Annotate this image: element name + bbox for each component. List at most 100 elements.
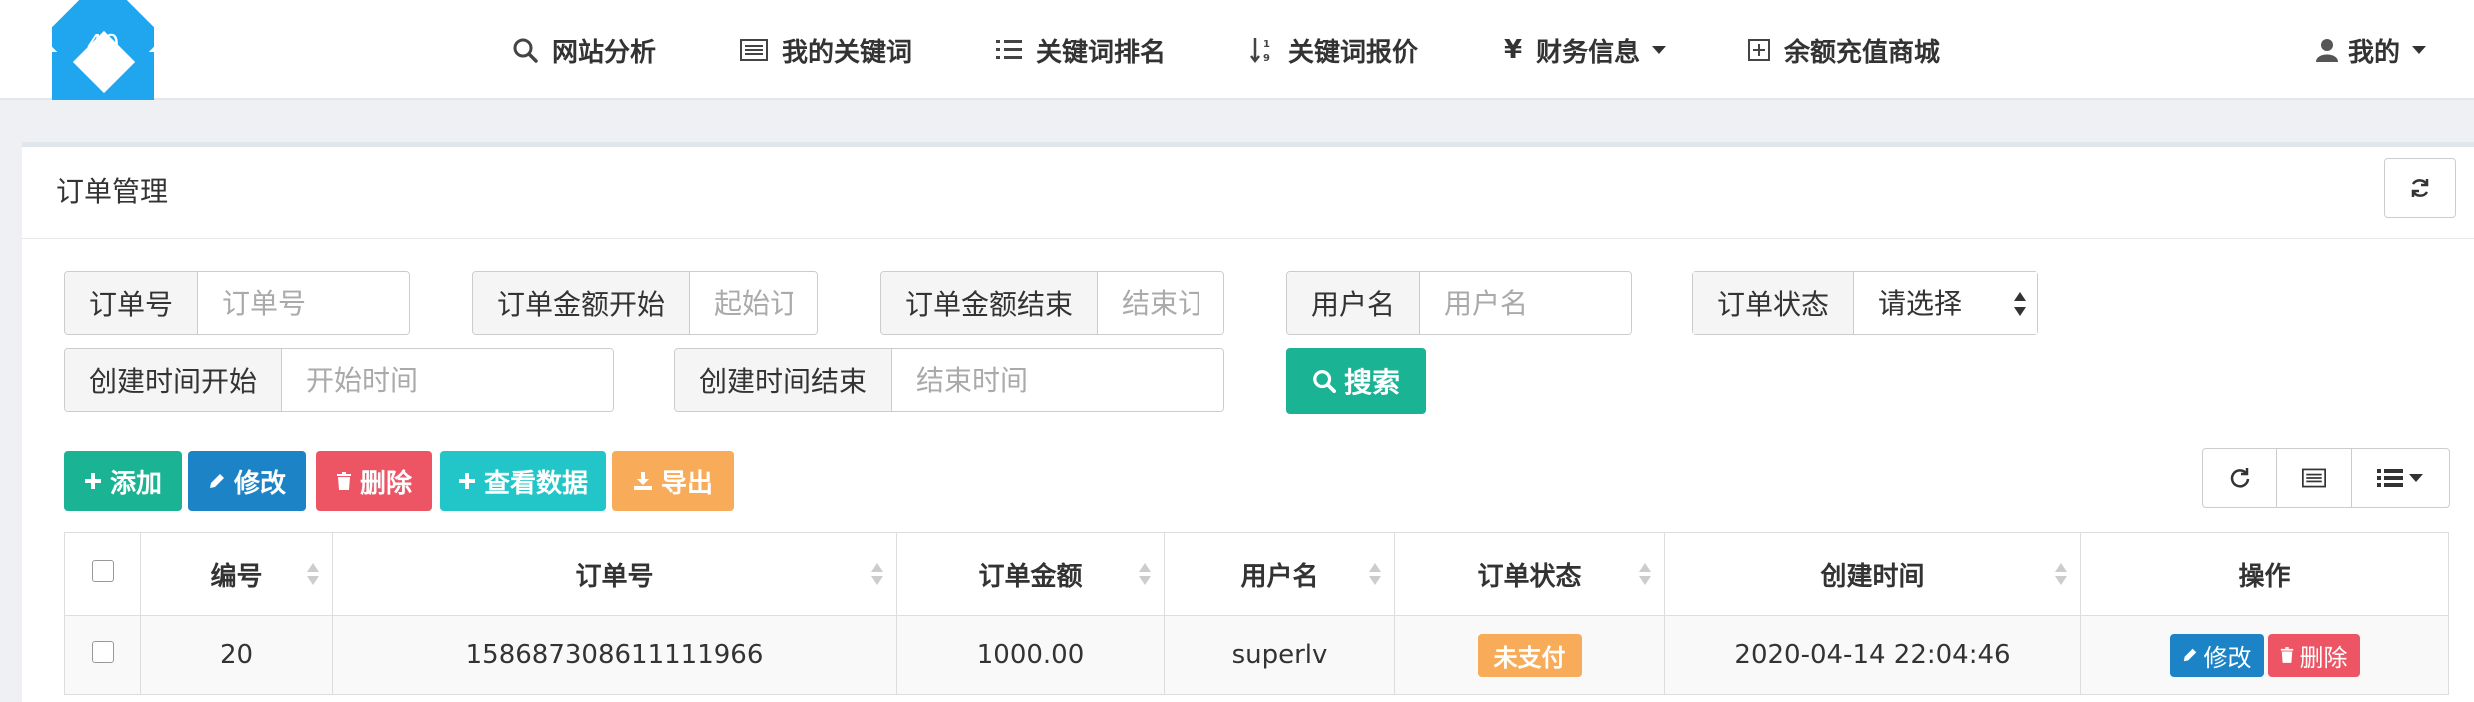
edit-button[interactable]: 修改: [188, 451, 306, 511]
cell-username: superlv: [1164, 615, 1395, 695]
caret-down-icon: [2409, 474, 2424, 482]
created-end-group: 创建时间结束: [674, 348, 1224, 412]
col-header-username[interactable]: 用户名: [1164, 532, 1395, 616]
sort-icon: [1369, 563, 1381, 585]
created-start-group: 创建时间开始: [64, 348, 614, 412]
table-toolbar: [2202, 448, 2450, 508]
caret-down-icon: [2412, 46, 2427, 54]
logo-number: 40: [86, 30, 120, 60]
table-toggle-view-button[interactable]: [2277, 449, 2352, 507]
top-navbar: [0, 0, 2474, 100]
sort-icon: [1139, 563, 1151, 585]
list-alt-icon: [740, 39, 768, 61]
order-no-input[interactable]: [198, 272, 409, 334]
plus-icon: [84, 473, 101, 489]
nav-item-finance[interactable]: ¥ 财务信息: [1504, 30, 1667, 70]
nav-item-keyword-ranking[interactable]: 关键词排名: [996, 30, 1166, 70]
select-all-cell: [64, 532, 141, 616]
table-columns-dropdown[interactable]: [2352, 449, 2449, 507]
status-label: 订单状态: [1693, 272, 1855, 334]
svg-text:9: 9: [1263, 53, 1270, 64]
row-delete-button[interactable]: 删除: [2267, 633, 2360, 677]
username-label: 用户名: [1287, 272, 1421, 334]
table-row: 20 158687308611111966 1000.00 superlv 未支…: [64, 615, 2449, 695]
refresh-icon: [2411, 179, 2429, 197]
cell-order-no: 158687308611111966: [332, 615, 897, 695]
nav-label: 关键词报价: [1288, 37, 1419, 68]
nav-item-recharge-mall[interactable]: 余额充值商城: [1748, 30, 1940, 70]
sort-icon: [1639, 563, 1651, 585]
orders-table: 编号 订单号 订单金额 用户名 订单状态 创建时间 操作 20 15868730…: [64, 532, 2449, 695]
pencil-icon: [2183, 648, 2196, 662]
cell-id: 20: [140, 615, 333, 695]
nav-label: 余额充值商城: [1784, 37, 1941, 68]
amount-end-group: 订单金额结束: [880, 271, 1224, 335]
nav-user-menu[interactable]: 我的: [2316, 30, 2427, 70]
sort-icon: [307, 563, 319, 585]
nav-label: 我的关键词: [782, 37, 913, 68]
pencil-icon: [209, 474, 224, 488]
created-start-label: 创建时间开始: [65, 349, 283, 411]
panel-header: [22, 147, 2474, 239]
search-icon: [1313, 370, 1336, 393]
yen-icon: ¥: [1504, 35, 1523, 65]
amount-start-label: 订单金额开始: [473, 272, 691, 334]
export-button[interactable]: 导出: [612, 451, 734, 511]
username-group: 用户名: [1286, 271, 1632, 335]
trash-icon: [2280, 647, 2293, 663]
refresh-icon: [2230, 468, 2249, 488]
row-checkbox[interactable]: [91, 641, 114, 663]
status-badge: 未支付: [1477, 633, 1582, 677]
list-icon: [2377, 469, 2404, 487]
col-header-created-at[interactable]: 创建时间: [1664, 532, 2081, 616]
ordered-list-icon: [996, 40, 1022, 59]
sort-numeric-icon: 19: [1250, 38, 1270, 64]
add-button[interactable]: 添加: [64, 451, 182, 511]
table-header-row: 编号 订单号 订单金额 用户名 订单状态 创建时间 操作: [64, 532, 2449, 616]
nav-item-my-keywords[interactable]: 我的关键词: [740, 30, 912, 70]
created-end-label: 创建时间结束: [675, 349, 893, 411]
nav-user-label: 我的: [2348, 37, 2401, 68]
list-alt-icon: [2302, 468, 2327, 488]
order-no-label: 订单号: [65, 272, 199, 334]
created-end-input[interactable]: [892, 349, 1223, 411]
status-group: 订单状态 请选择: [1692, 271, 2038, 335]
col-header-id[interactable]: 编号: [140, 532, 333, 616]
amount-start-input[interactable]: [690, 272, 817, 334]
col-header-amount[interactable]: 订单金额: [896, 532, 1165, 616]
cell-created-at: 2020-04-14 22:04:46: [1664, 615, 2081, 695]
select-arrows-icon: [2014, 292, 2026, 316]
nav-item-site-analysis[interactable]: 网站分析: [512, 30, 656, 70]
view-data-button[interactable]: 查看数据: [440, 451, 606, 511]
amount-start-group: 订单金额开始: [472, 271, 818, 335]
plus-icon: [458, 473, 475, 489]
cell-amount: 1000.00: [896, 615, 1165, 695]
username-input[interactable]: [1420, 272, 1631, 334]
row-edit-button[interactable]: 修改: [2169, 633, 2264, 677]
table-refresh-button[interactable]: [2203, 449, 2278, 507]
nav-label: 关键词排名: [1036, 37, 1167, 68]
search-button[interactable]: 搜索: [1286, 348, 1426, 414]
col-header-order-no[interactable]: 订单号: [332, 532, 897, 616]
col-header-status[interactable]: 订单状态: [1394, 532, 1665, 616]
trash-icon: [336, 472, 351, 490]
page-title: 订单管理: [56, 175, 169, 208]
sort-icon: [2055, 563, 2067, 585]
caret-down-icon: [1652, 46, 1667, 54]
order-no-group: 订单号: [64, 271, 410, 335]
amount-end-input[interactable]: [1098, 272, 1223, 334]
select-all-checkbox[interactable]: [91, 560, 114, 582]
nav-label: 财务信息: [1536, 37, 1641, 68]
sort-icon: [871, 563, 883, 585]
created-start-input[interactable]: [282, 349, 613, 411]
logo[interactable]: 40: [52, 0, 154, 100]
panel-refresh-button[interactable]: [2384, 158, 2456, 218]
download-icon: [633, 472, 652, 490]
search-icon: [513, 38, 538, 63]
col-header-actions: 操作: [2080, 532, 2449, 616]
nav-item-keyword-quote[interactable]: 19 关键词报价: [1250, 30, 1418, 70]
nav-label: 网站分析: [552, 37, 657, 68]
user-icon: [2316, 39, 2338, 62]
delete-button[interactable]: 删除: [316, 451, 432, 511]
status-select[interactable]: 请选择: [1854, 272, 2037, 334]
